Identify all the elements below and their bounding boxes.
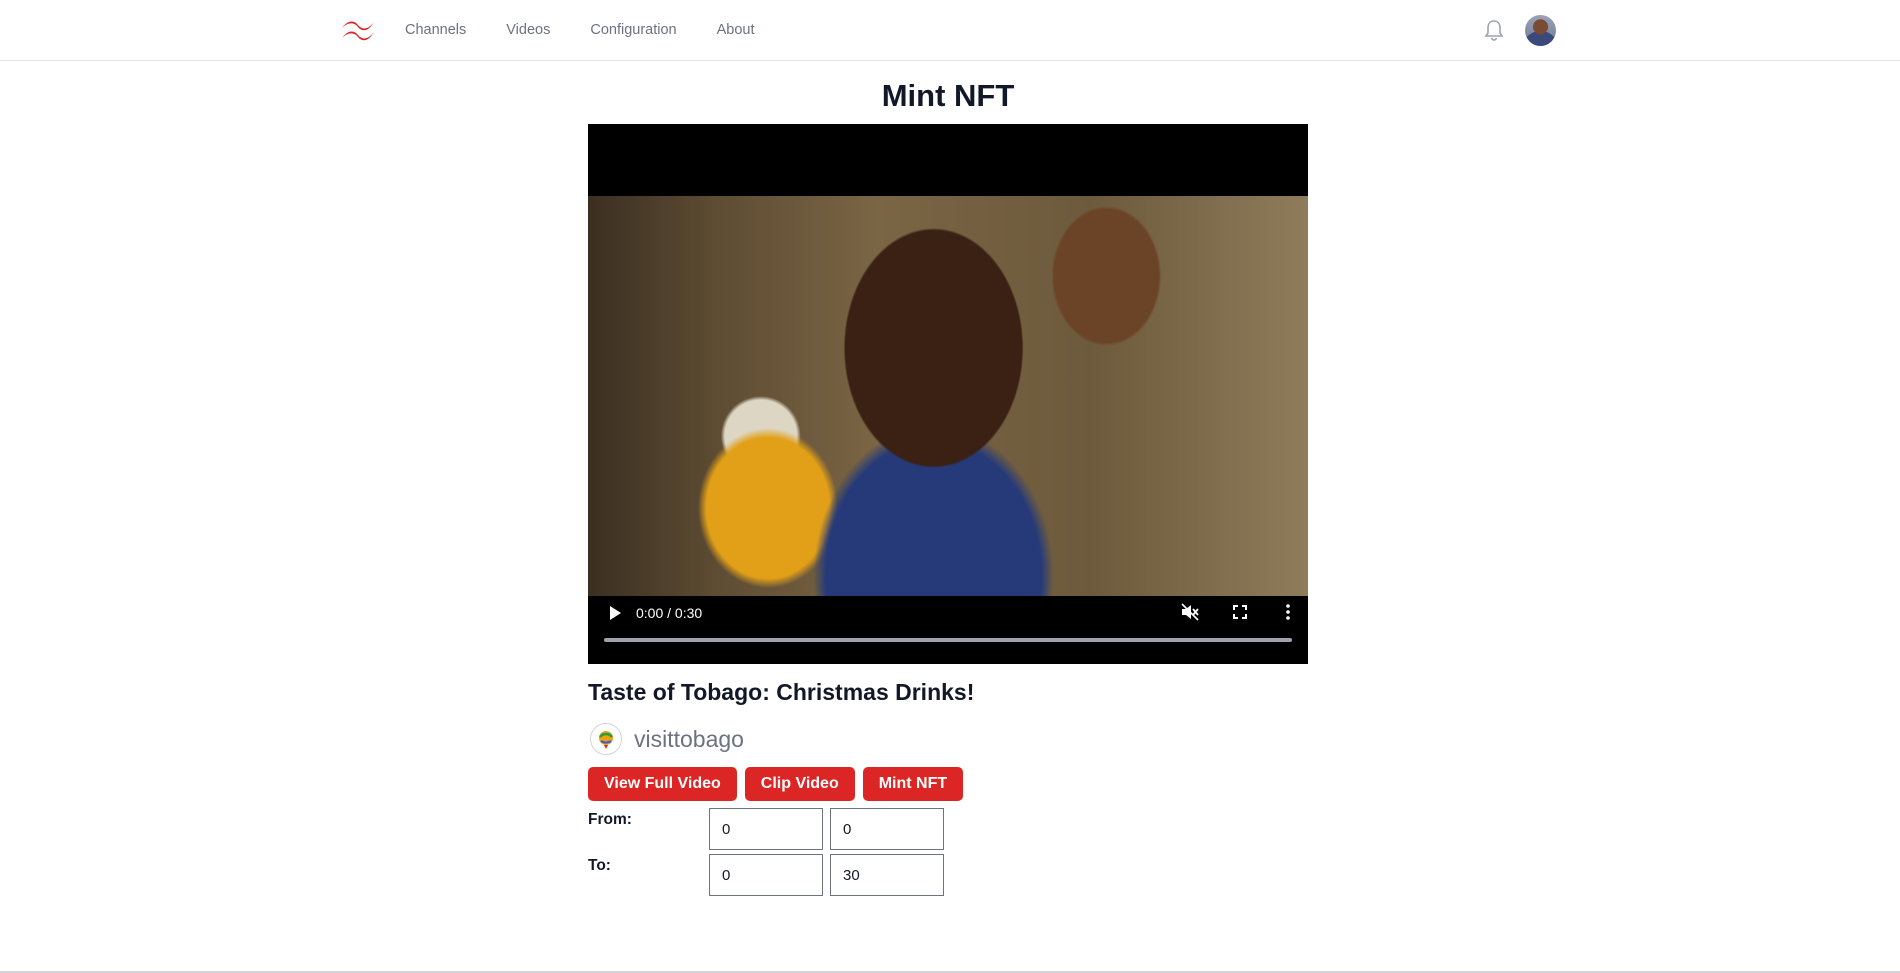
video-player[interactable]: 0:00 / 0:30 [588, 124, 1308, 664]
nav-link-channels[interactable]: Channels [405, 22, 466, 38]
user-avatar[interactable] [1525, 14, 1556, 46]
video-thumbnail-frame[interactable] [588, 196, 1308, 596]
action-buttons: View Full Video Clip Video Mint NFT [588, 767, 971, 801]
app-logo-icon[interactable] [340, 16, 376, 44]
play-glyph-icon [610, 606, 621, 620]
mint-nft-button[interactable]: Mint NFT [862, 767, 964, 801]
channel-info[interactable]: visittobago [590, 722, 744, 756]
nav-link-configuration[interactable]: Configuration [590, 22, 676, 38]
navbar-inner: Channels Videos Configuration About [340, 0, 1556, 60]
nav-link-about[interactable]: About [717, 22, 755, 38]
logo-wave-icon [342, 21, 374, 41]
fullscreen-glyph-icon [1233, 605, 1247, 619]
view-full-video-button[interactable]: View Full Video [588, 767, 737, 801]
video-progress-bar[interactable] [604, 638, 1292, 642]
more-options-icon[interactable] [1278, 602, 1298, 622]
top-navbar: Channels Videos Configuration About [0, 0, 1900, 61]
to-minutes-input[interactable] [709, 854, 823, 896]
channel-logo-icon [590, 723, 622, 755]
to-label: To: [588, 857, 611, 874]
fullscreen-icon[interactable] [1230, 602, 1250, 622]
nav-right-group [1481, 14, 1556, 46]
bell-icon[interactable] [1481, 17, 1507, 43]
channel-name[interactable]: visittobago [634, 726, 744, 753]
bell-glyph-icon [1484, 20, 1504, 41]
speaker-muted-icon [1181, 603, 1199, 621]
nav-link-videos[interactable]: Videos [506, 22, 550, 38]
play-icon[interactable] [606, 604, 624, 622]
channel-badge-icon [599, 731, 613, 749]
from-minutes-input[interactable] [709, 808, 823, 850]
to-seconds-input[interactable] [830, 854, 944, 896]
video-title: Taste of Tobago: Christmas Drinks! [588, 679, 975, 705]
clip-video-button[interactable]: Clip Video [744, 767, 855, 801]
kebab-dots-icon [1286, 604, 1290, 620]
from-seconds-input[interactable] [830, 808, 944, 850]
from-label: From: [588, 811, 632, 828]
page-title: Mint NFT [881, 78, 1015, 113]
mute-icon[interactable] [1180, 602, 1200, 622]
video-controls: 0:00 / 0:30 [588, 588, 1308, 664]
video-time-readout: 0:00 / 0:30 [636, 605, 703, 621]
